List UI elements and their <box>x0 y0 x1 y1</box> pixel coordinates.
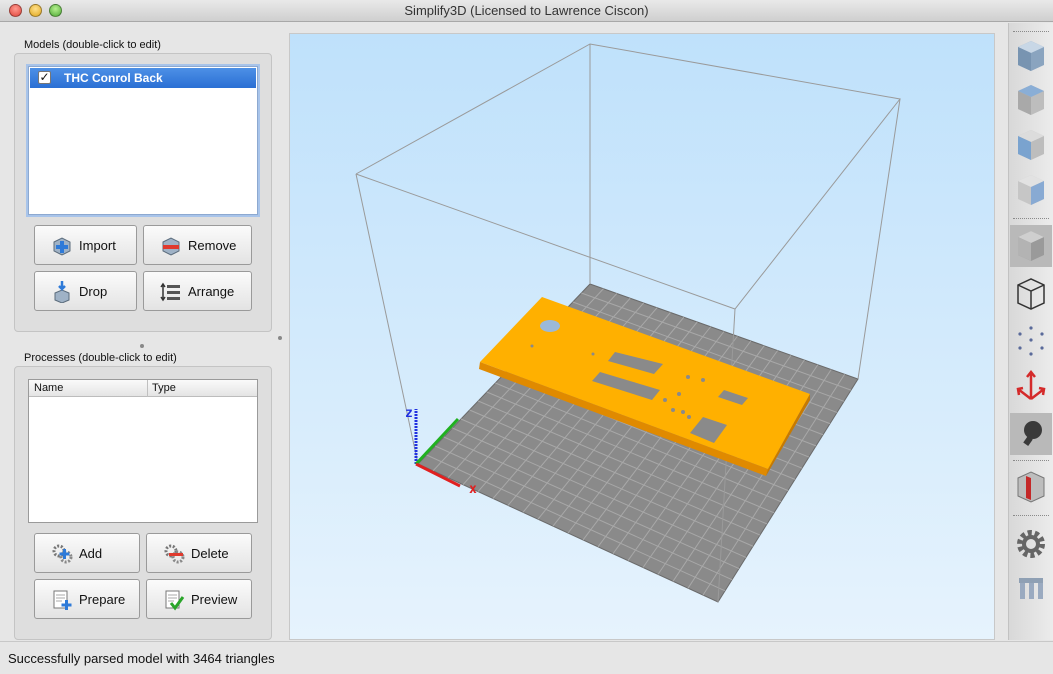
import-button[interactable]: Import <box>34 225 137 265</box>
remove-icon <box>162 237 180 256</box>
add-label: Add <box>79 546 103 561</box>
prepare-to-print-button[interactable]: Prepare <box>34 579 140 619</box>
arrange-button[interactable]: Arrange <box>143 271 252 311</box>
delete-label: Delete <box>191 546 229 561</box>
column-header-type[interactable]: Type <box>152 382 176 394</box>
prepare-label: Prepare <box>79 592 126 607</box>
build-volume-scene: x z <box>355 43 901 603</box>
remove-button[interactable]: Remove <box>143 225 252 265</box>
drop-icon <box>54 281 70 303</box>
arrange-label: Arrange <box>188 284 235 299</box>
title-bar: Simplify3D (Licensed to Lawrence Ciscon) <box>0 0 1053 22</box>
column-header-name[interactable]: Name <box>34 382 63 394</box>
add-gear-icon <box>52 544 73 564</box>
models-section-label: Models (double-click to edit) <box>24 39 161 51</box>
delete-gear-icon <box>164 544 185 564</box>
import-icon <box>53 237 71 256</box>
toolbar-separator <box>1013 460 1049 461</box>
supports-icon[interactable] <box>1010 568 1052 610</box>
add-process-button[interactable]: Add <box>34 533 140 573</box>
status-message: Successfully parsed model with 3464 tria… <box>8 651 275 666</box>
remove-label: Remove <box>188 238 237 253</box>
prepare-document-icon <box>53 590 72 610</box>
app-window: Simplify3D (Licensed to Lawrence Ciscon)… <box>0 0 1053 674</box>
drop-label: Drop <box>79 284 108 299</box>
processes-table[interactable]: Name Type <box>28 379 258 523</box>
model-list-item[interactable]: ✓ THC Conrol Back <box>30 68 256 88</box>
models-list[interactable]: ✓ THC Conrol Back <box>28 66 258 215</box>
window-title: Simplify3D (Licensed to Lawrence Ciscon) <box>404 3 649 18</box>
splitter-handle[interactable] <box>140 344 144 348</box>
view-default-icon[interactable] <box>1010 35 1052 77</box>
settings-gear-icon[interactable] <box>1010 523 1052 565</box>
preview-check-icon <box>165 590 185 611</box>
arrange-icon <box>160 282 180 302</box>
z-axis-label: z <box>405 406 413 421</box>
points-mode-icon[interactable] <box>1010 320 1052 362</box>
panel-resize-handle[interactable] <box>278 336 282 340</box>
lighting-icon[interactable] <box>1010 413 1052 455</box>
model-name: THC Conrol Back <box>64 71 163 85</box>
delete-process-button[interactable]: Delete <box>146 533 252 573</box>
solid-mode-icon[interactable] <box>1010 225 1052 267</box>
drop-button[interactable]: Drop <box>34 271 137 311</box>
view-toolbar <box>1008 23 1053 640</box>
preview-label: Preview <box>191 592 238 607</box>
import-label: Import <box>79 238 116 253</box>
model-visible-checkbox[interactable]: ✓ <box>38 71 51 84</box>
toolbar-separator <box>1013 218 1049 219</box>
processes-section-label: Processes (double-click to edit) <box>24 352 177 364</box>
toolbar-separator <box>1013 31 1049 32</box>
column-separator[interactable] <box>147 380 148 397</box>
view-front-icon[interactable] <box>1010 124 1052 166</box>
toolbar-separator <box>1013 515 1049 516</box>
view-top-icon[interactable] <box>1010 79 1052 121</box>
view-side-icon[interactable] <box>1010 169 1052 211</box>
processes-table-header: Name Type <box>29 380 257 397</box>
3d-viewport[interactable]: x z <box>289 33 995 640</box>
x-axis-label: x <box>469 482 477 497</box>
preview-button[interactable]: Preview <box>146 579 252 619</box>
axes-toggle-icon[interactable] <box>1010 365 1052 407</box>
cross-section-icon[interactable] <box>1010 466 1052 508</box>
wireframe-mode-icon[interactable] <box>1010 273 1052 315</box>
status-bar: Successfully parsed model with 3464 tria… <box>0 641 1053 674</box>
